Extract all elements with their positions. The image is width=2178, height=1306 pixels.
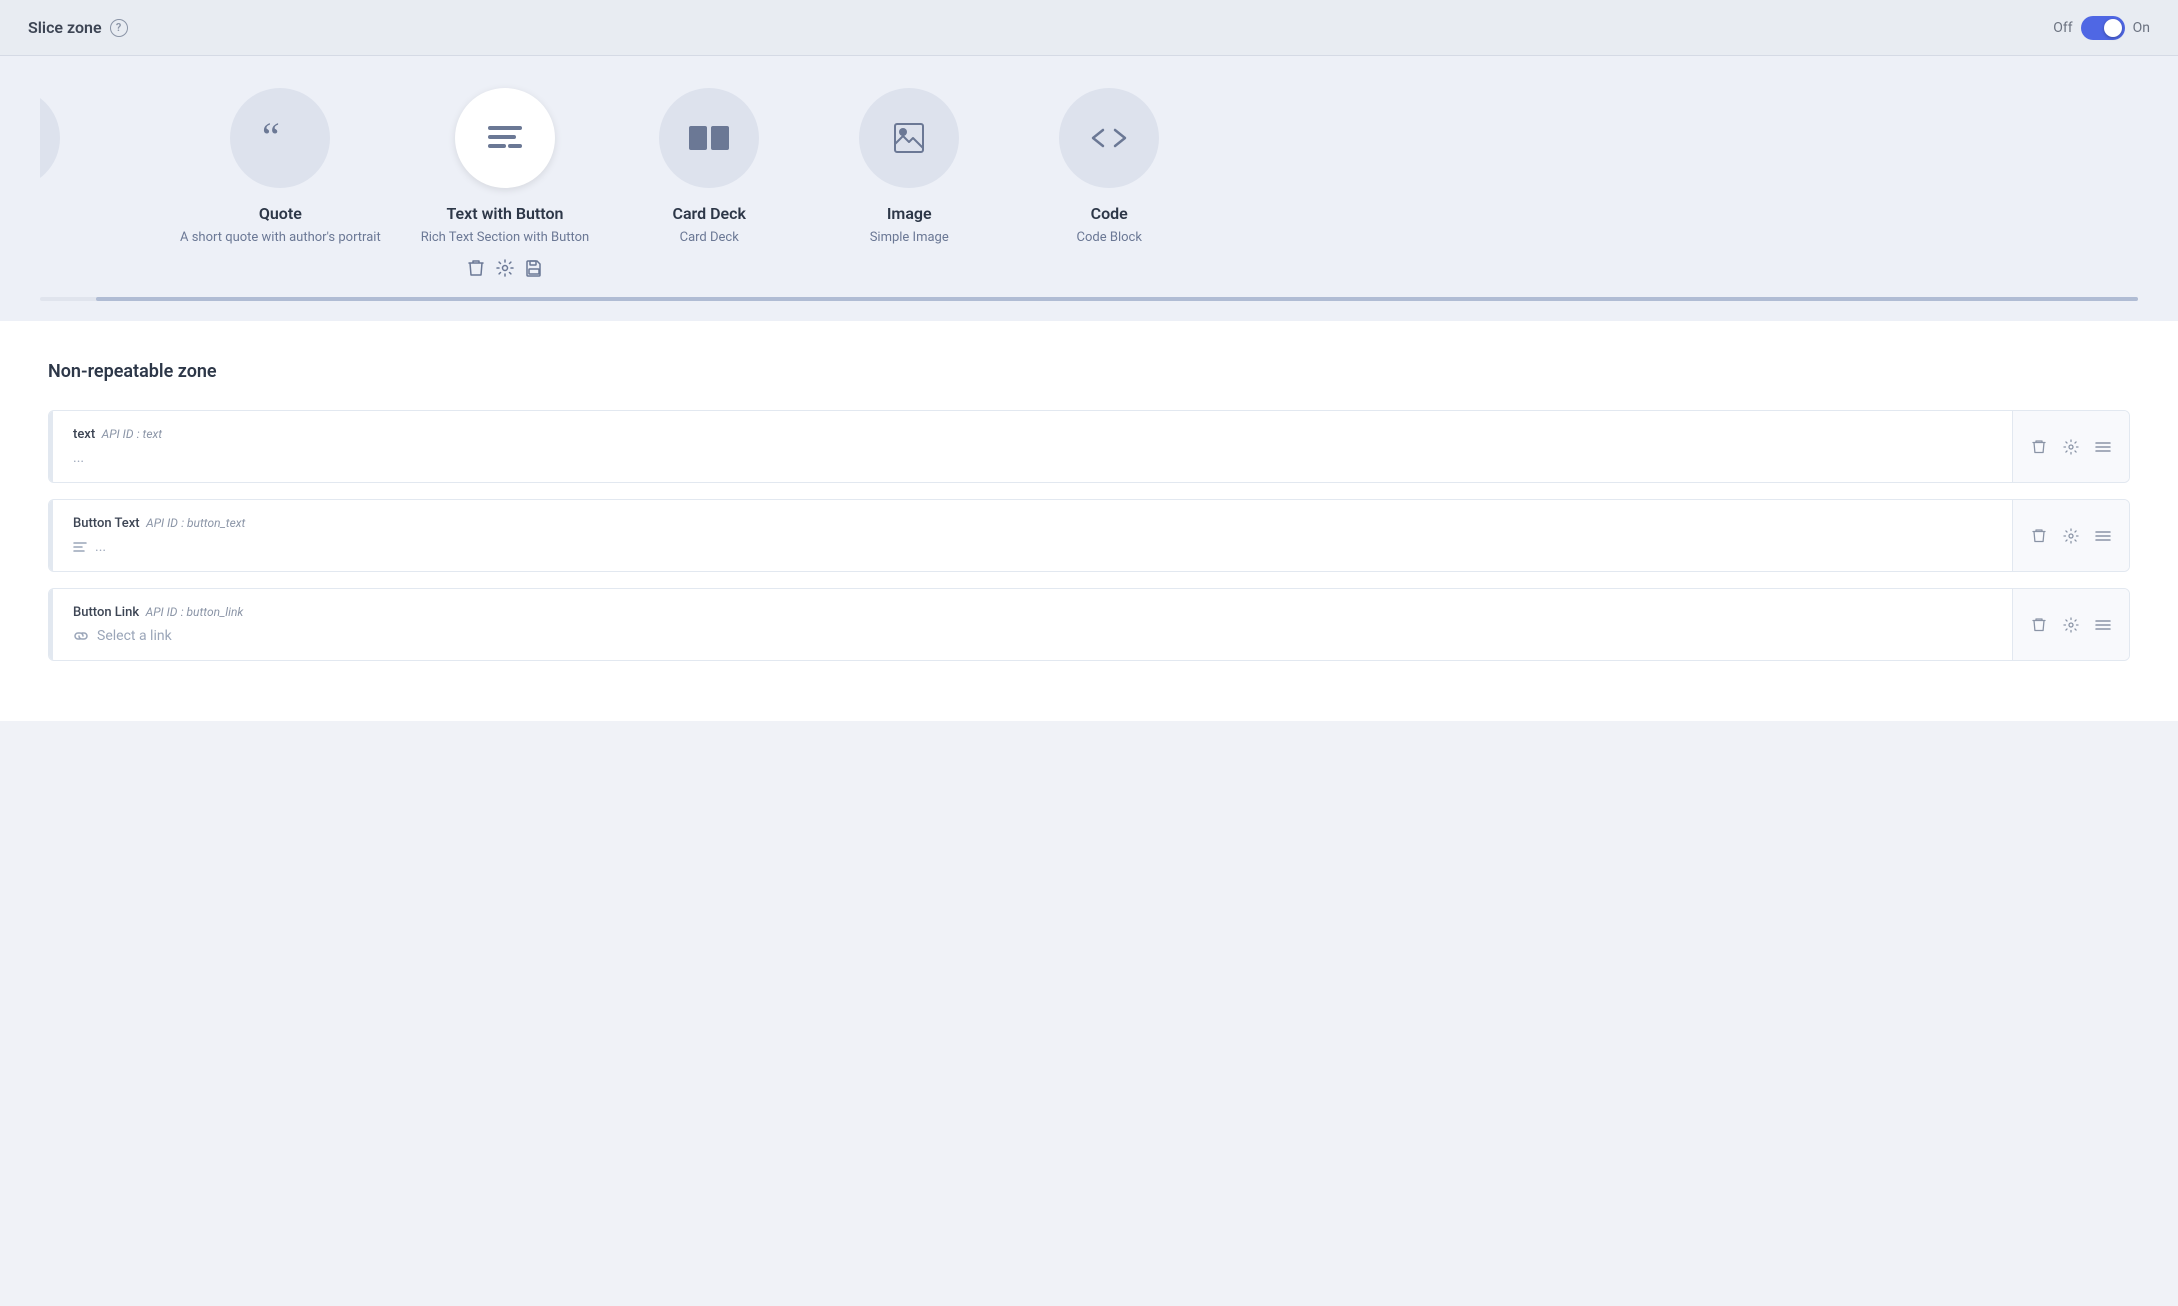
image-icon-circle bbox=[859, 88, 959, 188]
toggle-container: Off On bbox=[2053, 16, 2150, 40]
slice-zone-bar: Slice zone ? Off On bbox=[0, 0, 2178, 56]
button-link-field-name: Button Link bbox=[73, 605, 139, 620]
non-repeatable-zone: Non-repeatable zone text API ID : text .… bbox=[0, 321, 2178, 721]
text-field-settings-btn[interactable] bbox=[2057, 433, 2085, 461]
code-name: Code bbox=[1091, 204, 1128, 223]
text-field-name: text bbox=[73, 427, 95, 442]
button-text-delete-btn[interactable] bbox=[2025, 522, 2053, 550]
text-field-delete-btn[interactable] bbox=[2025, 433, 2053, 461]
slice-zone-title-container: Slice zone ? bbox=[28, 18, 128, 37]
slice-zone-label: Slice zone bbox=[28, 18, 102, 37]
button-text-dots: ... bbox=[95, 539, 106, 555]
button-link-field-content: Button Link API ID : button_link Select … bbox=[53, 589, 2012, 660]
slice-card-quote[interactable]: “ Quote A short quote with author's port… bbox=[180, 88, 381, 247]
button-text-api-id-value: button_text bbox=[187, 516, 245, 530]
button-link-api-id-label: API ID bbox=[146, 605, 178, 619]
button-text-field-content: Button Text API ID : button_text ... bbox=[53, 500, 2012, 571]
card-deck-icon-circle bbox=[659, 88, 759, 188]
button-text-api-id-label: API ID bbox=[146, 516, 178, 530]
text-field-label: text API ID : text bbox=[73, 427, 1992, 442]
slices-row: “ Quote A short quote with author's port… bbox=[40, 88, 2138, 281]
quote-name: Quote bbox=[259, 204, 302, 223]
button-link-field-label: Button Link API ID : button_link bbox=[73, 605, 1992, 620]
slice-card-code[interactable]: Code Code Block bbox=[1029, 88, 1189, 247]
button-link-field-row: Button Link API ID : button_link Select … bbox=[48, 588, 2130, 661]
image-name: Image bbox=[887, 204, 932, 223]
text-field-value: ... bbox=[73, 450, 1992, 466]
button-link-delete-btn[interactable] bbox=[2025, 611, 2053, 639]
code-description: Code Block bbox=[1077, 229, 1142, 247]
slice-card-card-deck[interactable]: Card Deck Card Deck bbox=[629, 88, 789, 247]
zone-title: Non-repeatable zone bbox=[48, 361, 2130, 382]
slice-zone-toggle[interactable] bbox=[2081, 16, 2125, 40]
button-text-settings-btn[interactable] bbox=[2057, 522, 2085, 550]
button-link-placeholder: Select a link bbox=[97, 628, 172, 644]
text-with-button-save-btn[interactable] bbox=[526, 259, 542, 281]
card-deck-name: Card Deck bbox=[672, 204, 745, 223]
slices-area: “ Quote A short quote with author's port… bbox=[0, 56, 2178, 321]
button-text-field-row: Button Text API ID : button_text ... bbox=[48, 499, 2130, 572]
text-field-row: text API ID : text ... bbox=[48, 410, 2130, 483]
image-description: Simple Image bbox=[870, 229, 949, 247]
toggle-thumb bbox=[2104, 19, 2122, 37]
text-field-content: text API ID : text ... bbox=[53, 411, 2012, 482]
toggle-on-label: On bbox=[2133, 20, 2150, 36]
card-deck-description: Card Deck bbox=[680, 229, 739, 247]
text-with-button-actions bbox=[468, 259, 542, 281]
text-with-button-name: Text with Button bbox=[446, 204, 563, 223]
scroll-thumb bbox=[96, 297, 2138, 301]
button-link-field-actions bbox=[2012, 589, 2129, 660]
button-text-reorder-btn[interactable] bbox=[2089, 522, 2117, 550]
help-icon[interactable]: ? bbox=[110, 19, 128, 37]
slice-card-text-with-button[interactable]: Text with Button Rich Text Section with … bbox=[421, 88, 590, 281]
button-text-field-value: ... bbox=[73, 539, 1992, 555]
button-link-reorder-btn[interactable] bbox=[2089, 611, 2117, 639]
text-field-api-id-value: text bbox=[143, 427, 163, 441]
text-with-button-icon-circle bbox=[455, 88, 555, 188]
text-with-button-description: Rich Text Section with Button bbox=[421, 229, 590, 247]
toggle-off-label: Off bbox=[2053, 20, 2072, 36]
button-text-field-label: Button Text API ID : button_text bbox=[73, 516, 1992, 531]
button-link-settings-btn[interactable] bbox=[2057, 611, 2085, 639]
button-text-field-actions bbox=[2012, 500, 2129, 571]
text-field-actions bbox=[2012, 411, 2129, 482]
svg-text:“: “ bbox=[262, 120, 280, 156]
button-text-field-name: Button Text bbox=[73, 516, 140, 531]
quote-icon-circle: “ bbox=[230, 88, 330, 188]
text-field-reorder-btn[interactable] bbox=[2089, 433, 2117, 461]
slice-card-image[interactable]: Image Simple Image bbox=[829, 88, 989, 247]
button-link-field-value[interactable]: Select a link bbox=[73, 628, 1992, 644]
text-with-button-delete-btn[interactable] bbox=[468, 259, 484, 281]
text-field-api-id-label: API ID bbox=[102, 427, 134, 441]
slice-card-partial bbox=[40, 88, 140, 188]
scroll-indicator bbox=[40, 297, 2138, 301]
button-link-api-id-value: button_link bbox=[187, 605, 244, 619]
code-icon-circle bbox=[1059, 88, 1159, 188]
partial-slice-icon bbox=[40, 88, 60, 188]
quote-description: A short quote with author's portrait bbox=[180, 229, 381, 247]
text-with-button-settings-btn[interactable] bbox=[496, 259, 514, 281]
